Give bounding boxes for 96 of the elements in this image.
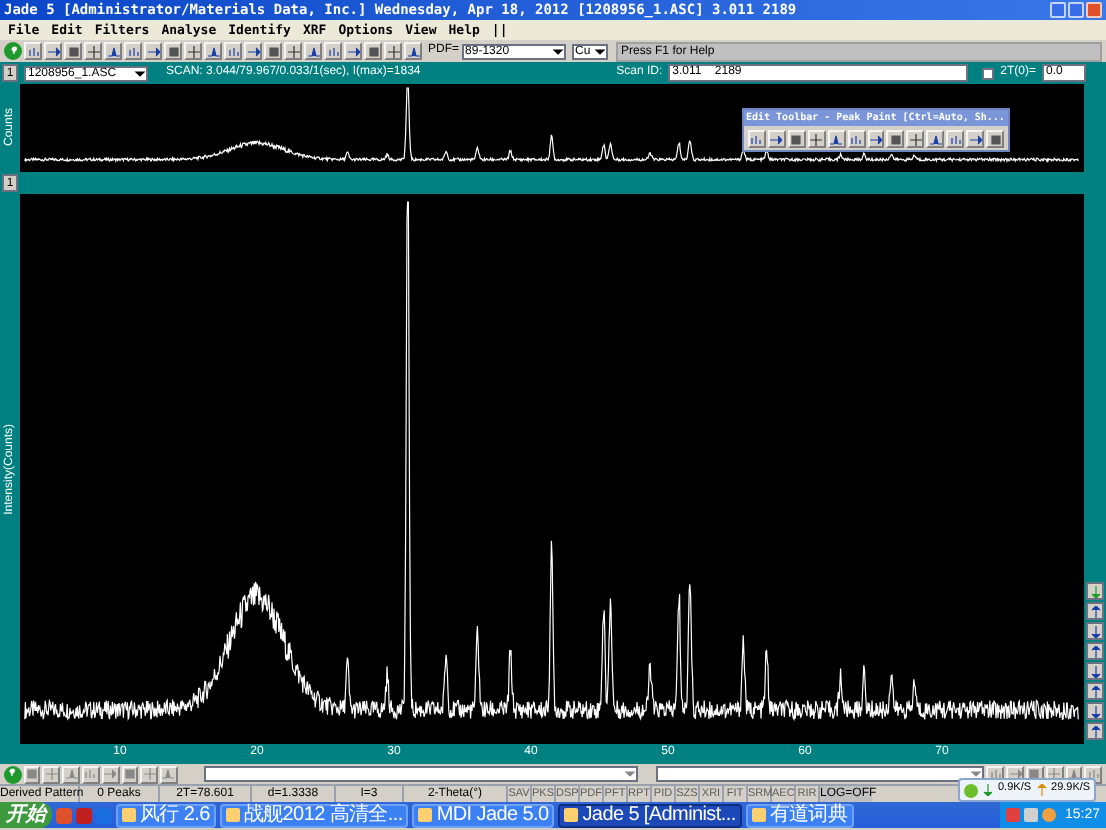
bar-chart-icon [850,133,863,145]
side-button[interactable] [1086,582,1104,600]
square-icon [123,768,136,780]
arrow-icon [1089,645,1101,657]
peak-icon [307,45,319,57]
bar-chart-icon [750,133,763,145]
bar-chart-icon [327,45,339,57]
bar-chart-icon [227,45,239,57]
side-button[interactable] [1086,682,1104,700]
help-button[interactable] [4,42,22,60]
taskbar-button[interactable]: MDI Jade 5.0 [412,803,555,827]
toolbar-button[interactable] [84,42,102,60]
arrow-icon [47,45,59,57]
arrow-icon [147,45,159,57]
app-icon [122,808,136,822]
square-icon [790,133,803,145]
bar-chart-icon [1087,768,1100,780]
close-button[interactable] [1086,2,1102,18]
toolbar-button[interactable] [906,130,925,148]
toolbar-button[interactable] [384,42,402,60]
plus-icon [143,768,156,780]
square-icon [267,45,279,57]
down-arrow-icon [982,784,994,796]
caret-icon [624,768,637,780]
square-icon [889,133,902,145]
arrow-icon [1089,705,1101,717]
peak-icon [162,768,175,780]
plus-icon [287,45,299,57]
square-icon [1028,768,1041,780]
caret-icon [593,45,606,57]
bar-chart-icon [989,768,1002,780]
command-dropdown[interactable] [203,766,639,782]
plus-icon [45,768,58,780]
taskbar-button[interactable]: Jade 5 [Administ... [558,803,742,827]
toolbar-button[interactable] [42,765,61,783]
arrow-icon [347,45,359,57]
toolbar-button[interactable] [140,765,159,783]
square-icon [989,133,1002,145]
arrow-icon [969,133,982,145]
app-icon [418,808,433,822]
plus-icon [187,45,199,57]
toolbar-button[interactable] [807,130,826,148]
bar-chart-icon [84,768,97,780]
square-icon [26,768,39,780]
up-arrow-icon [1035,784,1048,796]
command-dropdown[interactable] [656,766,985,782]
side-button[interactable] [1086,642,1104,660]
arrow-icon [1089,605,1101,617]
side-button[interactable] [1086,622,1104,640]
caret-icon [551,45,564,57]
arrow-icon [1089,665,1101,677]
peak-icon [1067,768,1080,780]
taskbar-button[interactable]: 有道词典 [745,803,854,827]
caret-icon [134,67,146,79]
peak-icon [207,45,219,57]
arrow-icon [247,45,259,57]
arrow-icon [1089,725,1101,737]
peak-icon [107,45,119,57]
arrow-icon [1089,685,1101,697]
side-button[interactable] [1086,722,1104,740]
toolbar-button[interactable] [284,42,302,60]
plus-icon [909,133,922,145]
bar-chart-icon [127,45,139,57]
maximize-button[interactable] [1068,2,1084,18]
side-button[interactable] [1086,602,1104,620]
peak-icon [830,133,843,145]
square-icon [367,45,379,57]
help-button[interactable] [4,765,22,783]
side-button[interactable] [1086,702,1104,720]
plus-icon [810,133,823,145]
square-icon [67,45,79,57]
offset-checkbox[interactable] [982,67,995,79]
network-icon [964,783,978,797]
side-button[interactable] [1086,662,1104,680]
minimize-button[interactable] [1050,2,1066,18]
app-icon [564,808,579,822]
peak-icon [407,45,419,57]
bar-chart-icon [949,133,962,145]
plus-icon [87,45,99,57]
arrow-icon [1009,768,1022,780]
arrow-icon [1089,585,1101,597]
arrow-icon [770,133,783,145]
taskbar-button[interactable]: 风行 2.6 [116,803,216,827]
arrow-icon [869,133,882,145]
app-icon [751,808,766,822]
arrow-icon [1089,625,1101,637]
bar-chart-icon [27,45,39,57]
arrow-icon [104,768,117,780]
toolbar-button[interactable] [184,42,202,60]
app-icon [225,808,240,822]
peak-icon [929,133,942,145]
peak-icon [65,768,78,780]
square-icon [167,45,179,57]
start-button[interactable]: 开始 [0,802,52,828]
taskbar-button[interactable]: 战舰2012 高清全... [219,803,409,827]
plus-icon [387,45,399,57]
